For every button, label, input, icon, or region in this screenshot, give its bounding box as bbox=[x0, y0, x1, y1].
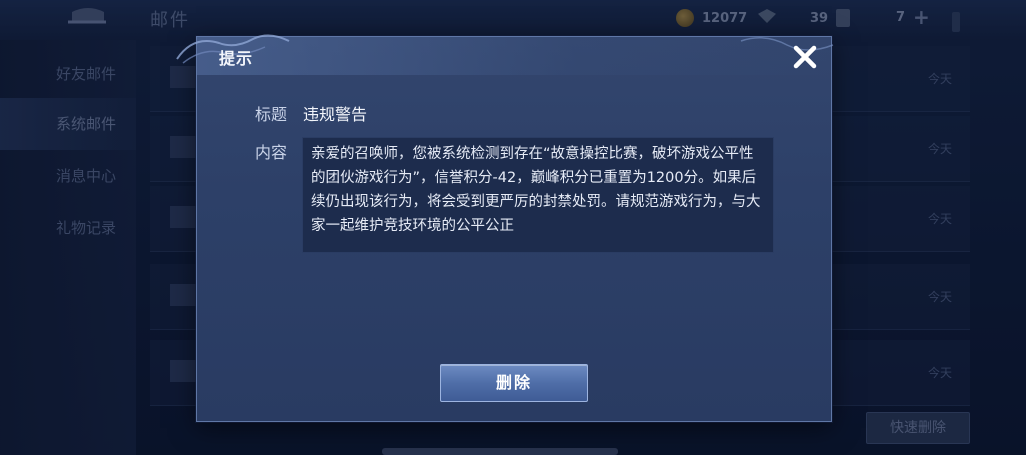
content-label: 内容 bbox=[255, 143, 288, 162]
warning-dialog: 提示 标题 违规警告 内容 亲爱的召唤师，您被系统检测到存在“故意操控比赛，破坏… bbox=[176, 34, 834, 422]
cloud-ornament-icon bbox=[740, 37, 834, 51]
subject-value: 违规警告 bbox=[303, 105, 368, 124]
delete-button[interactable]: 删除 bbox=[440, 364, 588, 402]
content-text-area[interactable]: 亲爱的召唤师，您被系统检测到存在“故意操控比赛，破坏游戏公平性的团伙游戏行为”，… bbox=[302, 137, 774, 253]
content-text: 亲爱的召唤师，您被系统检测到存在“故意操控比赛，破坏游戏公平性的团伙游戏行为”，… bbox=[311, 146, 761, 234]
dialog-title: 提示 bbox=[219, 49, 254, 68]
close-button[interactable] bbox=[789, 41, 821, 73]
close-icon bbox=[793, 45, 817, 69]
dialog-header: 提示 bbox=[176, 34, 834, 75]
subject-label: 标题 bbox=[255, 105, 288, 124]
